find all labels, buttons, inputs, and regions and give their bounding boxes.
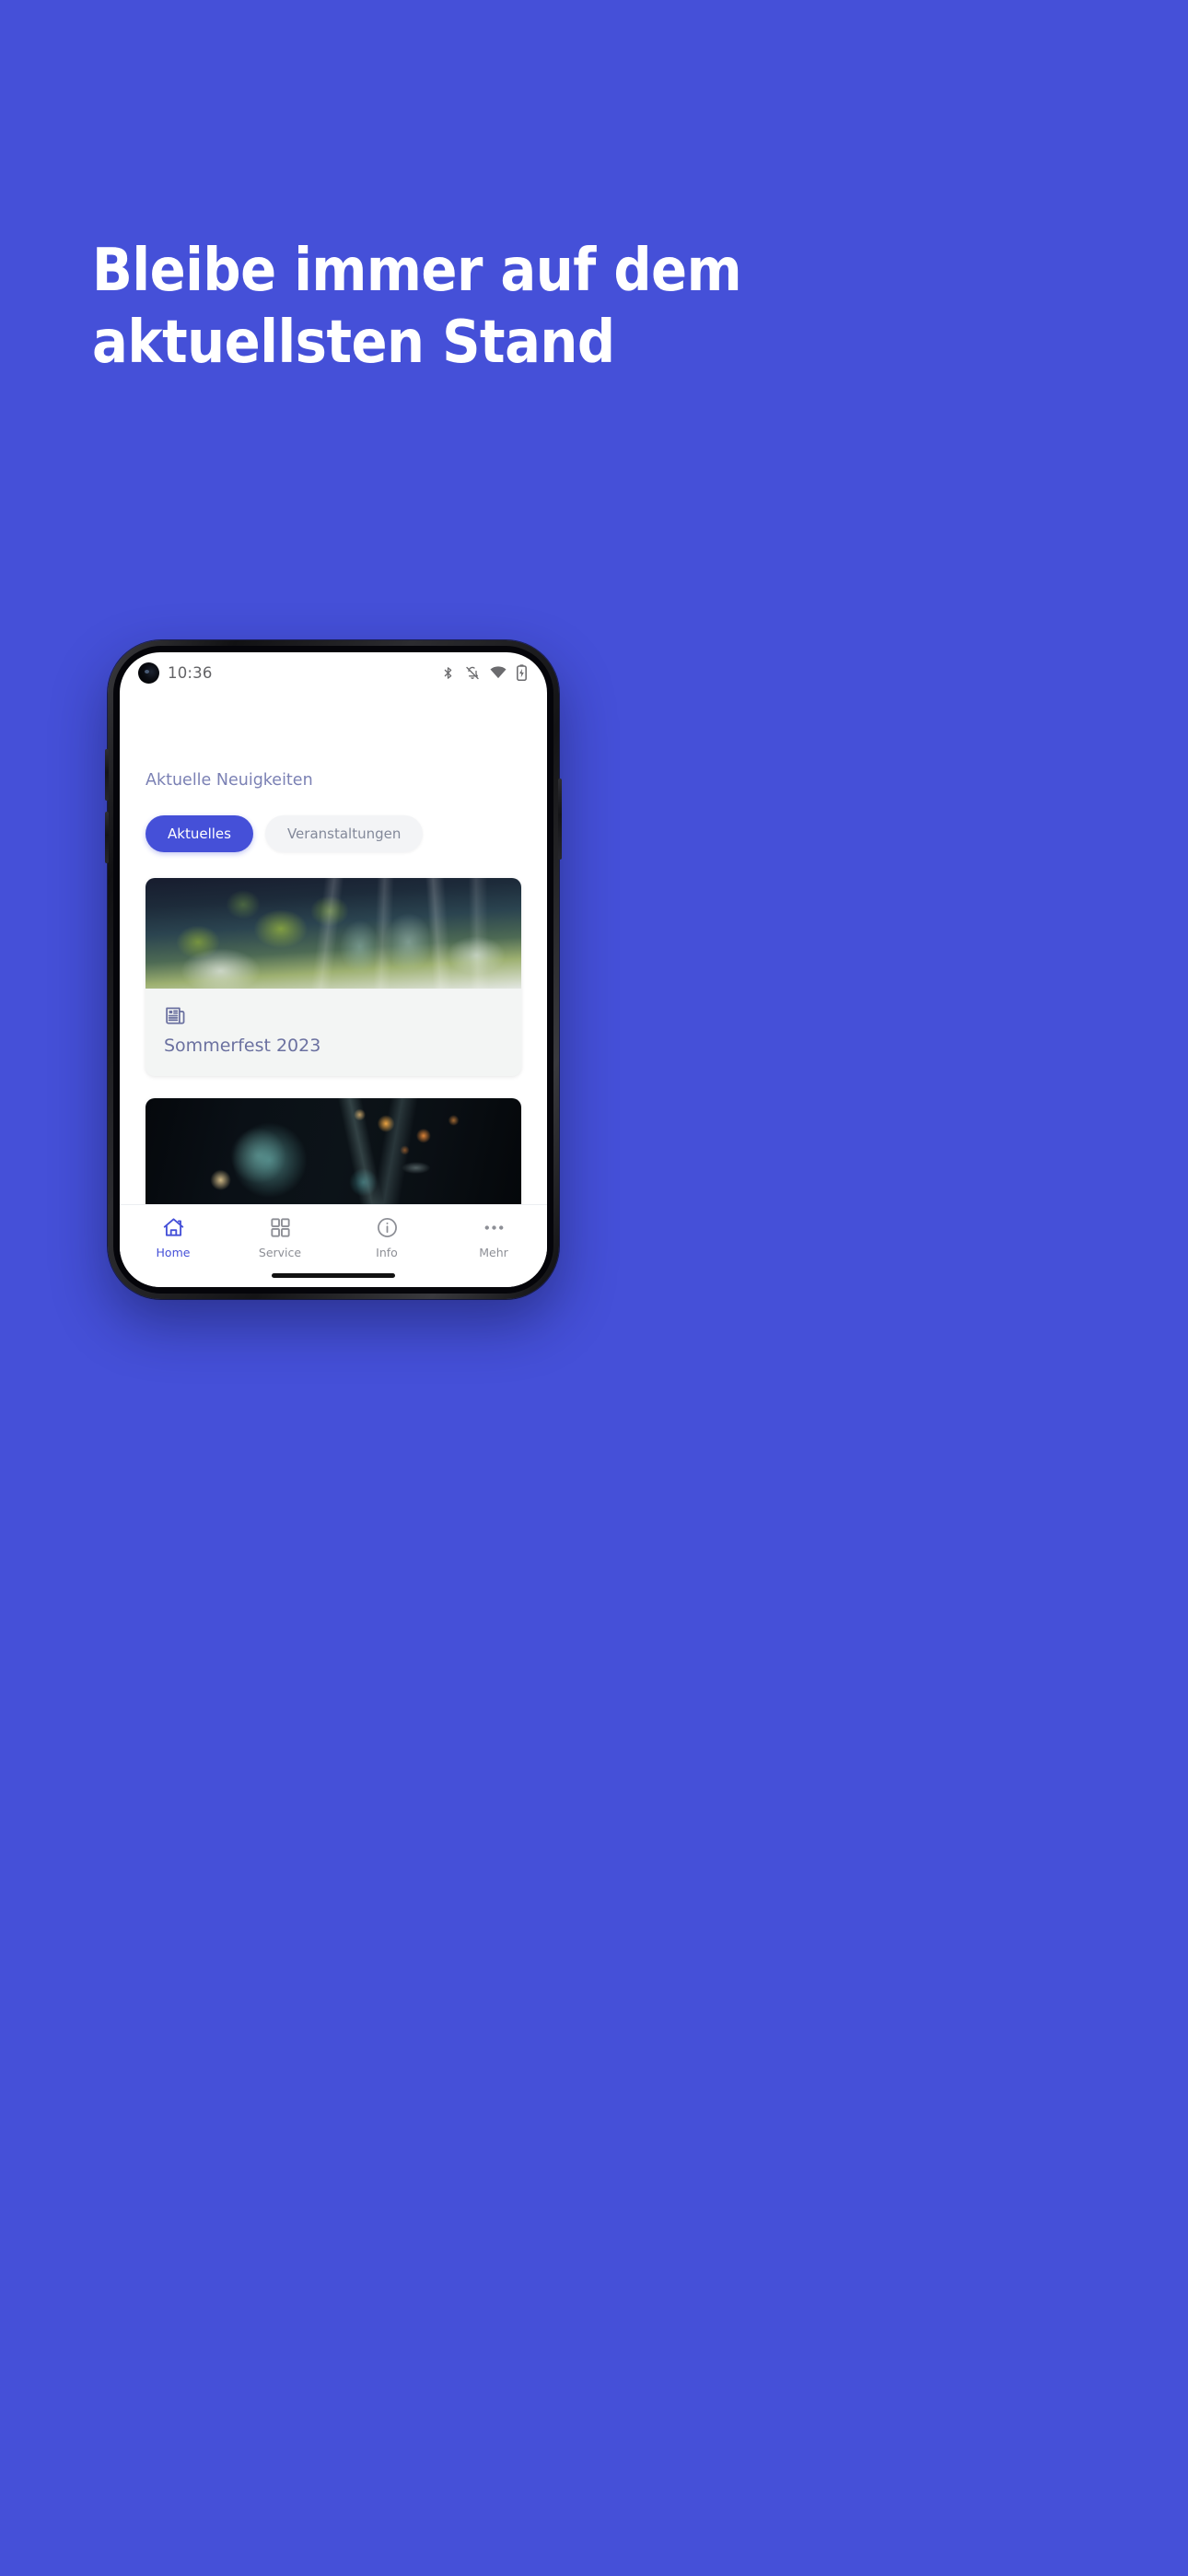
bottom-navigation-bar: Home Service Info Mehr xyxy=(120,1204,547,1263)
news-card[interactable]: Sommerfest 2023 xyxy=(146,878,521,1076)
nav-item-home[interactable]: Home xyxy=(120,1216,227,1259)
news-card-image-table-setting xyxy=(146,878,521,989)
phone-screen: 10:36 Aktuelle Neuigkeiten Aktuelles Ver… xyxy=(120,652,547,1287)
tab-veranstaltungen[interactable]: Veranstaltungen xyxy=(264,815,424,852)
nav-label-home: Home xyxy=(156,1246,191,1259)
nav-item-mehr[interactable]: Mehr xyxy=(440,1216,547,1259)
news-card-list: Sommerfest 2023 xyxy=(120,852,547,1204)
volume-down-button[interactable] xyxy=(105,812,109,863)
volume-up-button[interactable] xyxy=(105,749,109,801)
grid-icon xyxy=(269,1216,292,1239)
more-dots-icon xyxy=(483,1216,506,1239)
nav-item-info[interactable]: Info xyxy=(333,1216,440,1259)
home-indicator-bar xyxy=(272,1272,395,1278)
promo-headline-line-1: Bleibe immer auf dem xyxy=(92,237,742,305)
status-bar-clock: 10:36 xyxy=(168,663,213,682)
news-card-image-lightbulb xyxy=(146,1098,521,1204)
news-card-title: Sommerfest 2023 xyxy=(164,1036,321,1056)
newspaper-icon xyxy=(164,1004,503,1027)
nav-item-service[interactable]: Service xyxy=(227,1216,333,1259)
status-bar: 10:36 xyxy=(120,652,547,693)
phone-mockup: 10:36 Aktuelle Neuigkeiten Aktuelles Ver… xyxy=(105,640,562,1299)
power-button[interactable] xyxy=(558,779,562,860)
status-bar-left: 10:36 xyxy=(138,662,213,684)
battery-charging-icon xyxy=(517,664,527,681)
category-tabs: Aktuelles Veranstaltungen xyxy=(120,790,547,852)
wifi-icon xyxy=(490,666,507,679)
nav-label-service: Service xyxy=(258,1246,302,1259)
promo-headline: Bleibe immer auf dem aktuellsten Stand xyxy=(92,235,921,379)
page-title: Aktuelle Neuigkeiten xyxy=(146,771,313,790)
bluetooth-icon xyxy=(441,665,455,681)
notifications-off-icon xyxy=(465,665,480,681)
info-icon xyxy=(376,1216,399,1239)
status-bar-right xyxy=(441,664,527,681)
app-content: Aktuelle Neuigkeiten Aktuelles Veranstal… xyxy=(120,693,547,1204)
home-icon xyxy=(162,1216,185,1239)
home-indicator[interactable] xyxy=(120,1263,547,1287)
promo-headline-line-2: aktuellsten Stand xyxy=(92,309,615,378)
tab-aktuelles[interactable]: Aktuelles xyxy=(146,815,253,852)
nav-label-info: Info xyxy=(376,1246,398,1259)
front-camera-punch-hole xyxy=(138,662,159,684)
news-card[interactable]: Kostenloser Energieausweis xyxy=(146,1098,521,1204)
news-card-body: Sommerfest 2023 xyxy=(146,989,521,1076)
nav-label-mehr: Mehr xyxy=(479,1246,508,1259)
